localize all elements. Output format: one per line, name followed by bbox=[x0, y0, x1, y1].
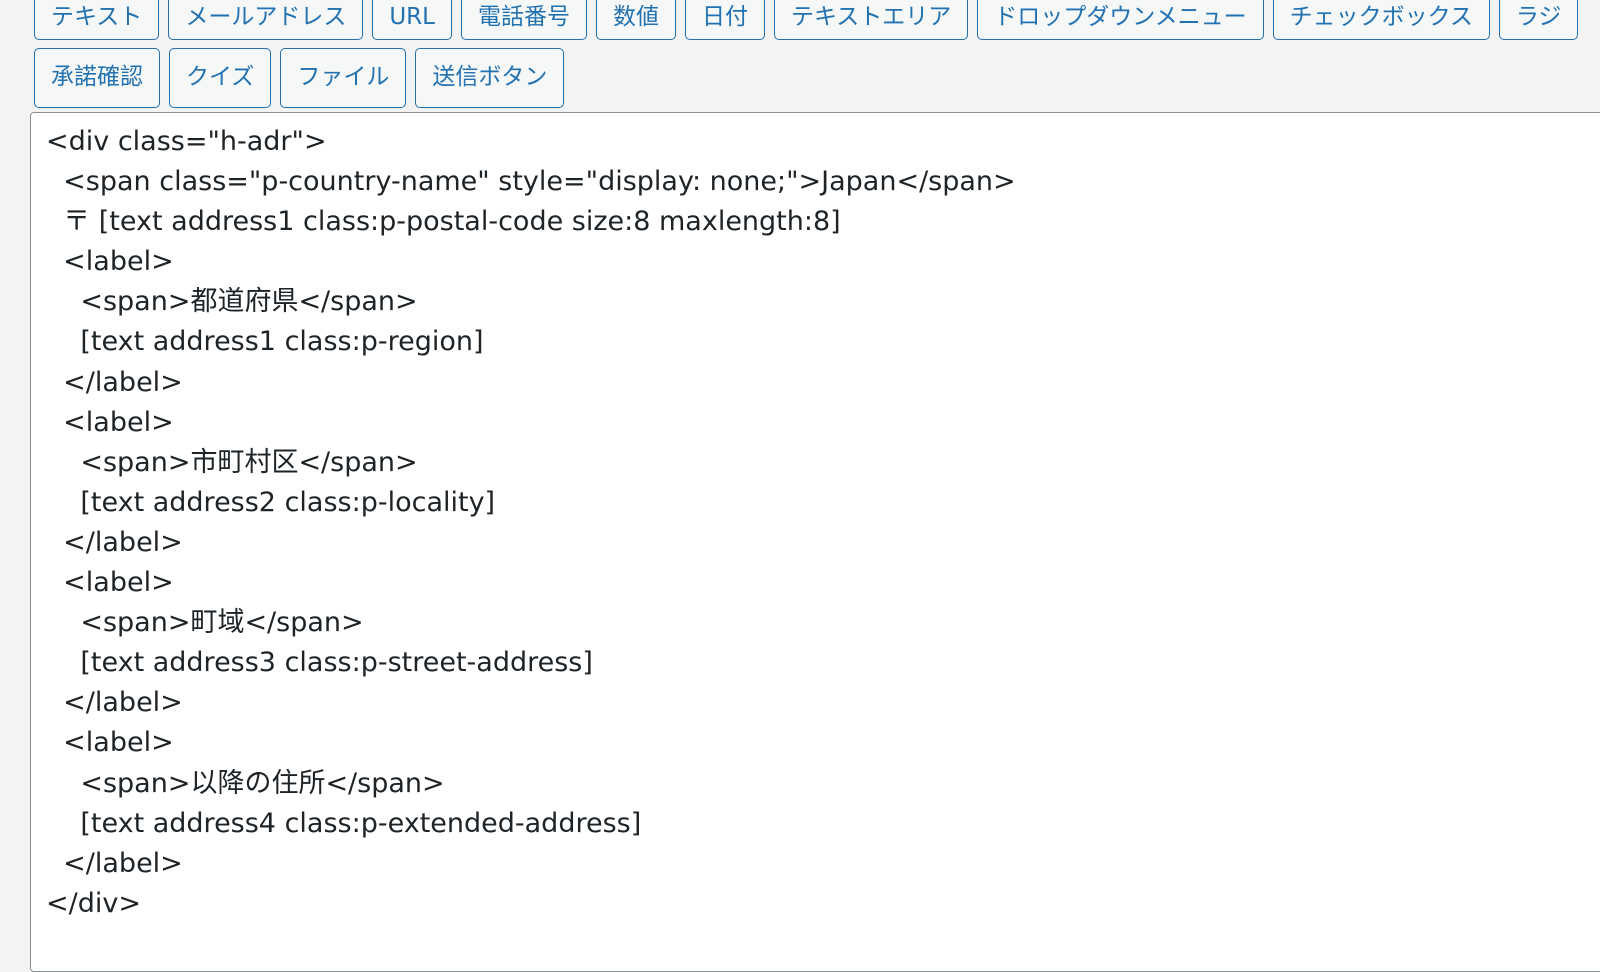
code-line: <span>以降の住所</span> bbox=[46, 767, 445, 799]
form-code-textarea[interactable]: <div class="h-adr"> <span class="p-count… bbox=[30, 112, 1600, 972]
code-line: <span>都道府県</span> bbox=[46, 286, 418, 318]
tag-button-text[interactable]: テキスト bbox=[34, 0, 160, 40]
code-line: <div class="h-adr"> bbox=[46, 126, 327, 157]
code-line: 〒 [text address1 class:p-postal-code siz… bbox=[46, 206, 841, 238]
code-line: <label> bbox=[46, 567, 174, 599]
code-line: [text address1 class:p-region] bbox=[46, 326, 484, 358]
code-line: <label> bbox=[46, 246, 174, 278]
tag-button-number[interactable]: 数値 bbox=[595, 0, 676, 40]
tag-button-dropdown-menu[interactable]: ドロップダウンメニュー bbox=[977, 0, 1264, 40]
tag-button-date[interactable]: 日付 bbox=[684, 0, 765, 40]
tag-generator-toolbar-row-1: テキスト メールアドレス URL 電話番号 数値 日付 テキストエリア ドロップ… bbox=[34, 0, 1579, 40]
form-editor-panel: テキスト メールアドレス URL 電話番号 数値 日付 テキストエリア ドロップ… bbox=[0, 0, 1600, 972]
code-line: </label> bbox=[46, 687, 183, 719]
code-line: </label> bbox=[46, 847, 183, 879]
code-line: </label> bbox=[46, 366, 183, 398]
tag-button-file[interactable]: ファイル bbox=[280, 48, 407, 108]
code-line: </div> bbox=[46, 887, 141, 919]
tag-button-checkbox[interactable]: チェックボックス bbox=[1272, 0, 1490, 40]
tag-button-textarea[interactable]: テキストエリア bbox=[773, 0, 969, 40]
code-line: <span>町域</span> bbox=[46, 607, 364, 639]
tag-button-acceptance[interactable]: 承諾確認 bbox=[34, 48, 160, 108]
code-line: <span>市町村区</span> bbox=[46, 446, 418, 478]
code-line: [text address2 class:p-locality] bbox=[46, 486, 496, 518]
tag-button-radio[interactable]: ラジ bbox=[1498, 0, 1579, 40]
code-line: [text address3 class:p-street-address] bbox=[46, 647, 593, 679]
code-line: <span class="p-country-name" style="disp… bbox=[46, 166, 1016, 198]
tag-button-email[interactable]: メールアドレス bbox=[168, 0, 364, 40]
tag-button-submit[interactable]: 送信ボタン bbox=[415, 48, 565, 108]
tag-button-quiz[interactable]: クイズ bbox=[169, 48, 272, 108]
tag-generator-toolbar-row-2: 承諾確認 クイズ ファイル 送信ボタン bbox=[34, 48, 565, 108]
tag-button-tel[interactable]: 電話番号 bbox=[460, 0, 587, 40]
code-line: <label> bbox=[46, 406, 174, 438]
code-line: <label> bbox=[46, 727, 174, 759]
tag-button-url[interactable]: URL bbox=[372, 0, 452, 40]
code-line: </label> bbox=[46, 526, 183, 558]
code-line: [text address4 class:p-extended-address] bbox=[46, 807, 642, 839]
